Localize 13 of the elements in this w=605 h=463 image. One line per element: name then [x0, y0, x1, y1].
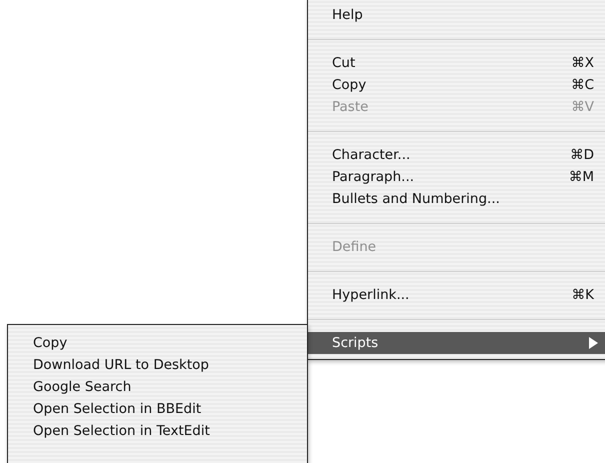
menu-item[interactable]: Character... ⌘D	[308, 144, 605, 166]
menu-item[interactable]: Copy	[8, 332, 307, 354]
menu-item[interactable]: Copy ⌘C	[308, 74, 605, 96]
menu-item[interactable]: Open Selection in BBEdit	[8, 398, 307, 420]
menu-item[interactable]: Download URL to Desktop	[8, 354, 307, 376]
menu-item[interactable]: Google Search	[8, 376, 307, 398]
menu-item[interactable]: Paragraph... ⌘M	[308, 166, 605, 188]
menu-item[interactable]: Bullets and Numbering...	[308, 188, 605, 210]
menu-item[interactable]: Help	[308, 4, 605, 26]
menu-item[interactable]: Cut ⌘X	[308, 52, 605, 74]
menu-item[interactable]: Hyperlink... ⌘K	[308, 284, 605, 306]
menu-item[interactable]: Open Selection in TextEdit	[8, 420, 307, 442]
menu-item[interactable]: Scripts	[308, 332, 605, 354]
